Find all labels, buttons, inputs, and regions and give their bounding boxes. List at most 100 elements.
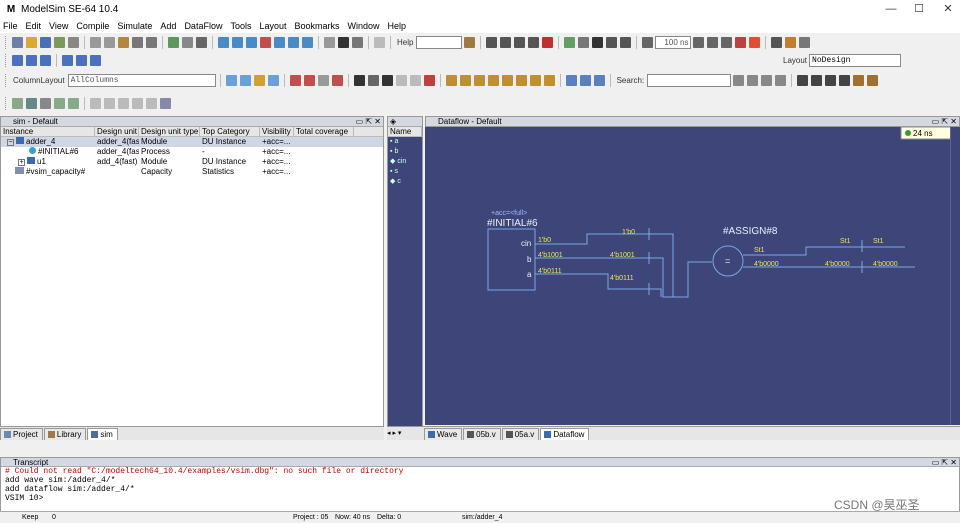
source-icon[interactable] [26, 98, 37, 109]
continue-icon[interactable] [274, 37, 285, 48]
memory-icon[interactable] [500, 37, 512, 48]
add-list-icon[interactable] [239, 75, 251, 86]
breakpoint-icon[interactable] [260, 37, 271, 48]
col-design-unit-type[interactable]: Design unit type [139, 127, 200, 136]
profile-icon[interactable] [514, 37, 526, 48]
redo-icon[interactable] [146, 37, 157, 48]
wave-up2-icon[interactable] [62, 55, 73, 66]
col-total-coverage[interactable]: Total coverage [294, 127, 354, 136]
step-over-icon[interactable] [232, 37, 243, 48]
performance-icon[interactable] [486, 37, 498, 48]
object-item[interactable]: ▪ b [390, 147, 422, 157]
menu-simulate[interactable]: Simulate [117, 21, 152, 31]
wave-expand-icon[interactable] [40, 55, 51, 66]
table-row[interactable]: − adder_4 adder_4(fast) Module DU Instanc… [1, 137, 383, 147]
brush-icon[interactable] [160, 98, 171, 109]
tab-wave[interactable]: Wave [424, 428, 463, 440]
forward-arrow-icon[interactable] [620, 37, 632, 48]
save-icon[interactable] [40, 37, 51, 48]
column-layout-dropdown[interactable]: AllColumns [67, 74, 216, 87]
format-icon[interactable] [54, 98, 65, 109]
compile-icon[interactable] [168, 37, 179, 48]
cursor-3-icon[interactable] [473, 75, 485, 86]
up-arrow-icon[interactable] [592, 37, 604, 48]
menu-bookmarks[interactable]: Bookmarks [295, 21, 340, 31]
undo-icon[interactable] [132, 37, 143, 48]
panel-close-icon[interactable]: ▭ ⇱ ✕ [356, 117, 381, 127]
tab-project[interactable]: Project [0, 428, 43, 440]
radix-1-icon[interactable] [90, 98, 101, 109]
search-go-icon[interactable] [747, 75, 759, 86]
menu-view[interactable]: View [49, 21, 68, 31]
radix-3-icon[interactable] [118, 98, 129, 109]
col-visibility[interactable]: Visibility [260, 127, 294, 136]
add-wave-icon[interactable] [225, 75, 237, 86]
zoom-last-icon[interactable] [867, 75, 879, 86]
objects-scroll-controls[interactable]: ◂ ▸ ▾ [387, 428, 424, 440]
col-design-unit[interactable]: Design unit [95, 127, 139, 136]
radix-4-icon[interactable] [132, 98, 143, 109]
zoom-out-icon[interactable] [811, 75, 823, 86]
cursor-2-icon[interactable] [459, 75, 471, 86]
zoom-cursor-icon[interactable] [853, 75, 865, 86]
stats-icon[interactable] [374, 37, 385, 48]
bookmark-icon[interactable] [423, 75, 435, 86]
fit-icon[interactable] [409, 75, 421, 86]
link-icon[interactable] [196, 37, 207, 48]
help-search-input[interactable] [416, 36, 463, 49]
cut-icon[interactable] [90, 37, 101, 48]
wave-up-icon[interactable] [12, 55, 23, 66]
select-pointer-icon[interactable] [353, 75, 365, 86]
radix-5-icon[interactable] [146, 98, 157, 109]
zoom-full-icon[interactable] [839, 75, 851, 86]
object-item[interactable]: ▪ s [390, 167, 422, 177]
restart-sim-icon[interactable] [642, 37, 654, 48]
code-coverage-icon[interactable] [12, 98, 23, 109]
cursor-1-icon[interactable] [445, 75, 457, 86]
panel-close-icon[interactable]: ▭ ⇱ ✕ [932, 117, 957, 126]
paste-icon[interactable] [118, 37, 129, 48]
menu-edit[interactable]: Edit [26, 21, 42, 31]
new-file-icon[interactable] [12, 37, 23, 48]
step-over-sim-icon[interactable] [785, 37, 797, 48]
print-icon[interactable] [68, 37, 79, 48]
run-length-input[interactable]: 100 ns [655, 36, 692, 49]
search-next-icon[interactable] [761, 75, 773, 86]
col-instance[interactable]: Instance [1, 127, 95, 136]
move-icon[interactable] [381, 75, 393, 86]
expand-icon[interactable]: + [18, 159, 25, 166]
zoom-in-icon[interactable] [797, 75, 809, 86]
load-icon[interactable] [564, 37, 576, 48]
edge-next-icon[interactable] [565, 75, 577, 86]
object-item[interactable]: ◆ c [390, 177, 422, 187]
search-options-icon[interactable] [733, 75, 745, 86]
dataflow-vscrollbar[interactable] [950, 127, 960, 425]
table-row[interactable]: + u1 add_4(fast) Module DU Instance +acc=… [1, 157, 383, 167]
cursor-5-icon[interactable] [501, 75, 513, 86]
zoom-icon[interactable] [324, 37, 335, 48]
edge-prev-icon[interactable] [579, 75, 591, 86]
object-item[interactable]: ▪ a [390, 137, 422, 147]
reload-icon[interactable] [54, 37, 65, 48]
transcript-panel[interactable]: Transcript ▭ ⇱ ✕ # Could not read "C:/mo… [0, 457, 960, 512]
zoom-region-icon[interactable] [367, 75, 379, 86]
cursor-7-icon[interactable] [529, 75, 541, 86]
close-button[interactable]: ✕ [925, 0, 960, 19]
menu-tools[interactable]: Tools [230, 21, 251, 31]
wave-down-icon[interactable] [26, 55, 37, 66]
output-wires[interactable] [743, 240, 915, 273]
search-input[interactable] [647, 74, 732, 87]
menu-compile[interactable]: Compile [76, 21, 109, 31]
layout-dropdown[interactable]: NoDesign [809, 54, 902, 67]
trace-x-icon[interactable] [303, 75, 315, 86]
tab-sim[interactable]: sim [87, 428, 118, 440]
format-2-icon[interactable] [68, 98, 79, 109]
add-dataflow-icon[interactable] [267, 75, 279, 86]
menu-file[interactable]: File [3, 21, 18, 31]
step-into-icon[interactable] [771, 37, 783, 48]
zoom-fit-icon[interactable] [825, 75, 837, 86]
edge-find-icon[interactable] [593, 75, 605, 86]
cursor-6-icon[interactable] [515, 75, 527, 86]
hand-icon[interactable] [799, 37, 811, 48]
stop-icon[interactable] [542, 37, 554, 48]
